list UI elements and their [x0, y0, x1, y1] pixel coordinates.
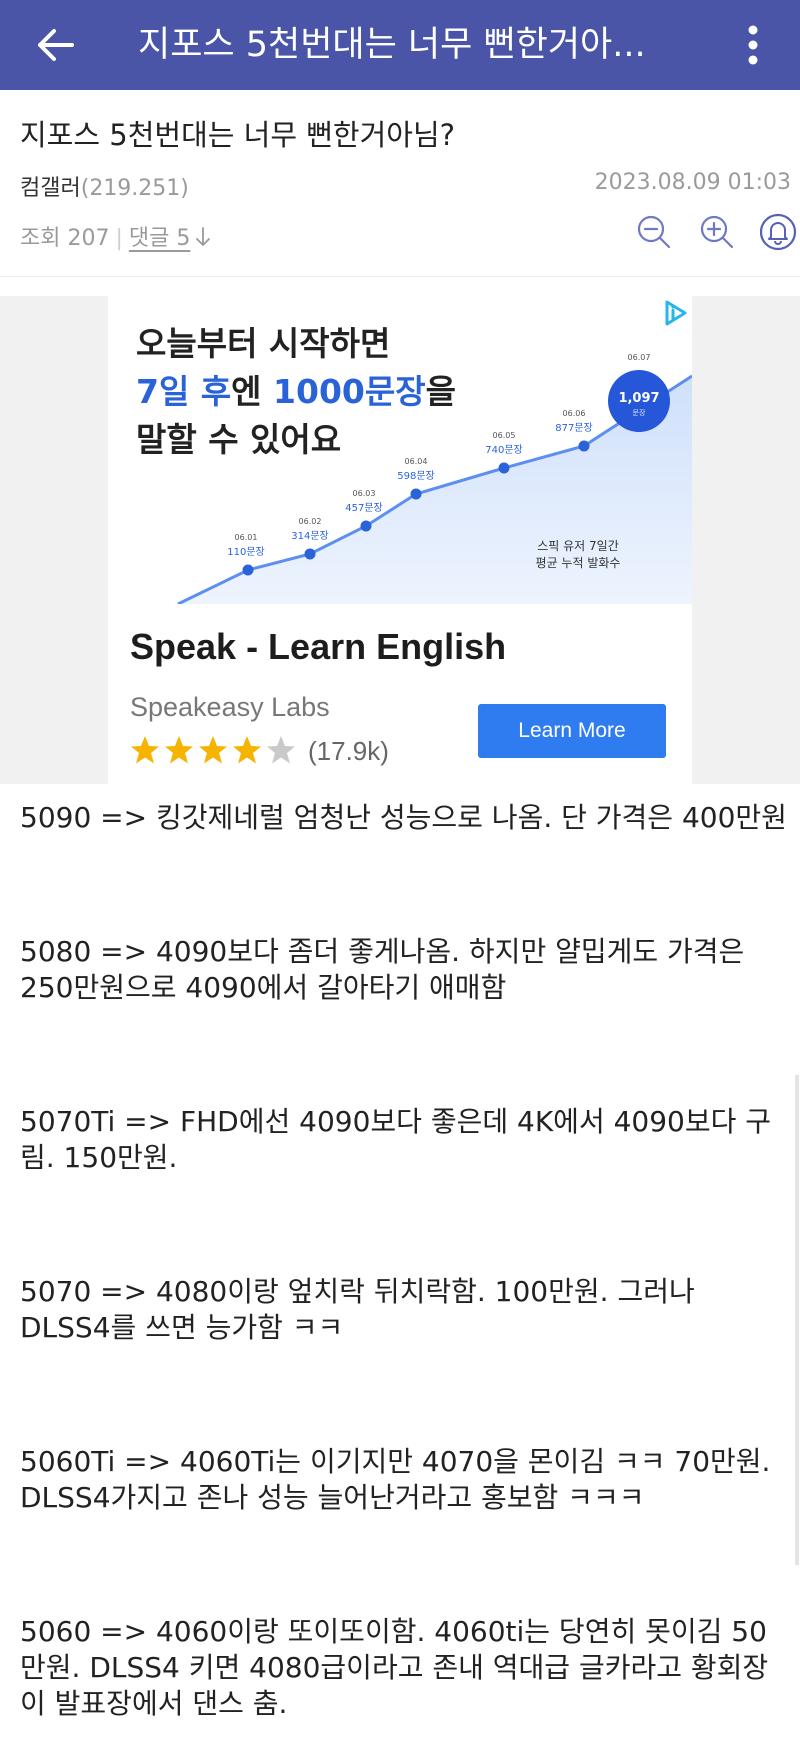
comment-count[interactable]: 댓글 5	[129, 226, 190, 251]
view-count: 조회 207	[20, 226, 110, 251]
comments-link[interactable]: 댓글 5	[129, 226, 211, 251]
app-bar-title: 지포스 5천번대는 너무 뻔한거아...	[138, 25, 646, 65]
zoom-in-icon[interactable]	[697, 212, 737, 252]
author-ip: (219.251)	[80, 176, 189, 201]
rating-count: (17.9k)	[308, 736, 389, 766]
top-app-bar: 지포스 5천번대는 너무 뻔한거아...	[0, 0, 800, 90]
body-paragraph: 5060 => 4060이랑 또이또이함. 4060ti는 당연히 못이김 50…	[20, 1615, 769, 1720]
adchoices-icon[interactable]	[658, 296, 692, 330]
chart-caption: 평균 누적 발화수	[536, 556, 621, 570]
star-half-icon	[267, 736, 295, 764]
chart-bubble-sub: 문장	[633, 408, 646, 417]
chart-date: 06.03	[353, 489, 376, 498]
star-icon	[165, 736, 193, 764]
zoom-out-icon[interactable]	[634, 212, 674, 252]
post-date: 2023.08.09 01:03	[594, 170, 791, 195]
body-paragraph: 5090 => 킹갓제네럴 엄청난 성능으로 나옴. 단 가격은 400만원	[20, 801, 787, 834]
chart-date: 06.02	[299, 517, 322, 526]
more-vert-icon[interactable]	[740, 24, 766, 66]
post-stats: 조회 207 | 댓글 5	[20, 220, 211, 252]
scrollbar[interactable]	[795, 1075, 799, 1565]
chart-label: 598문장	[397, 470, 435, 482]
chart-label: 877문장	[555, 422, 593, 434]
ad-headline: 오늘부터 시작하면 7일 후엔 1000문장을 말할 수 있어요	[136, 320, 456, 464]
headline-line2: 7일 후엔 1000문장을	[136, 372, 456, 411]
chart-caption: 스픽 유저 7일간	[537, 539, 619, 553]
headline-line1: 오늘부터 시작하면	[136, 324, 391, 363]
chart-label: 740문장	[485, 444, 523, 456]
body-paragraph: 5060Ti => 4060Ti는 이기지만 4070을 몬이김 ㅋㅋ 70만원…	[20, 1445, 771, 1514]
stats-divider: |	[115, 226, 123, 251]
star-icon	[199, 736, 227, 764]
headline-line3: 말할 수 있어요	[136, 420, 342, 459]
chart-label: 457문장	[345, 502, 383, 514]
chart-bubble-value: 1,097	[618, 391, 659, 406]
chart-date: 06.05	[493, 431, 516, 440]
body-paragraph: 5070 => 4080이랑 엎치락 뒤치락함. 100만원. 그러나 DLSS…	[20, 1275, 695, 1344]
star-rating	[131, 736, 295, 764]
chart-label: 110문장	[227, 546, 265, 558]
ad-developer: Speakeasy Labs	[130, 692, 330, 722]
post-author[interactable]: 컴갤러(219.251)	[20, 170, 189, 202]
ad-container: 06.01 110문장 06.02 314문장 06.03 457문장 06.0…	[0, 296, 800, 784]
star-icon	[233, 736, 261, 764]
chart-date: 06.06	[563, 409, 586, 418]
learn-more-button[interactable]: Learn More	[478, 704, 666, 758]
star-icon	[131, 736, 159, 764]
author-name[interactable]: 컴갤러	[20, 176, 81, 201]
bell-icon[interactable]	[758, 212, 798, 252]
back-arrow-icon[interactable]	[36, 22, 76, 68]
post-title: 지포스 5천번대는 너무 뻔한거아님?	[20, 118, 456, 152]
ad-app-name[interactable]: Speak - Learn English	[130, 626, 506, 668]
body-paragraph: 5080 => 4090보다 좀더 좋게나옴. 하지만 얄밉게도 가격은 250…	[20, 935, 745, 1004]
header-divider	[0, 276, 800, 277]
chart-date: 06.01	[235, 533, 258, 542]
arrow-down-icon[interactable]	[195, 226, 211, 248]
chart-date: 06.07	[628, 353, 651, 362]
chart-label: 314문장	[291, 530, 329, 542]
ad-banner[interactable]: 06.01 110문장 06.02 314문장 06.03 457문장 06.0…	[108, 296, 692, 784]
body-paragraph: 5070Ti => FHD에선 4090보다 좋은데 4K에서 4090보다 구…	[20, 1105, 772, 1174]
